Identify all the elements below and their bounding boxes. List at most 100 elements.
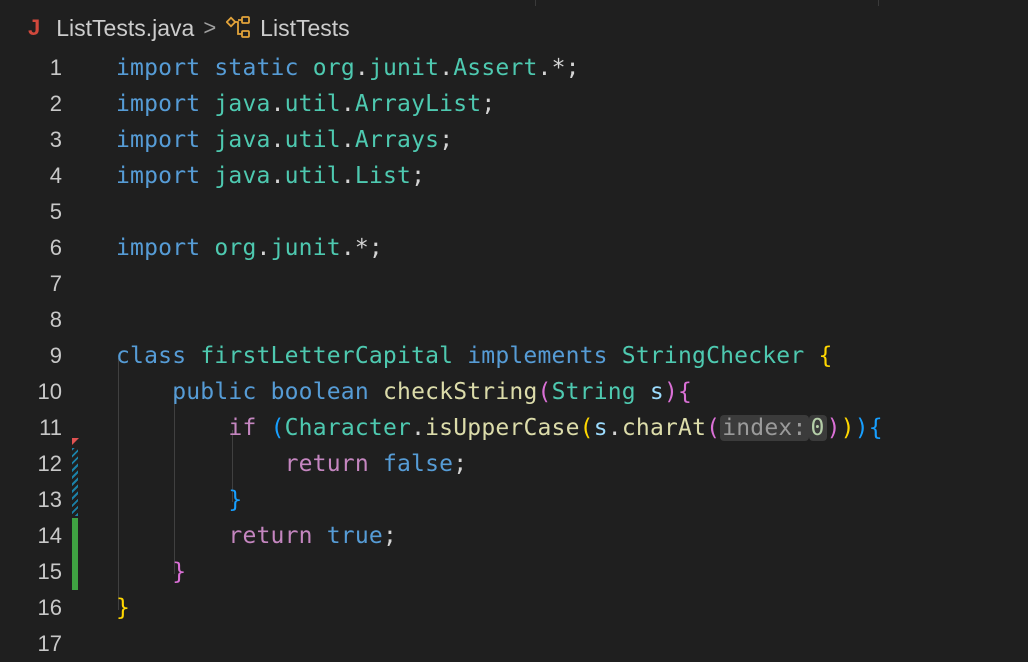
code-text[interactable]: import static org.junit.Assert.*; — [116, 50, 580, 86]
code-token: isUpperCase — [425, 415, 580, 441]
code-token: . — [607, 415, 622, 441]
code-line[interactable]: 16} — [0, 590, 1028, 626]
code-line[interactable]: 9 class firstLetterCapital implements Str… — [0, 338, 1028, 374]
code-token: s — [649, 379, 664, 405]
code-token: if — [228, 415, 257, 441]
code-token: ) — [854, 415, 869, 441]
code-text[interactable]: import java.util.Arrays; — [116, 122, 453, 158]
code-token: org — [312, 55, 355, 81]
line-number: 4 — [49, 163, 62, 188]
code-text[interactable]: public boolean checkString(String s){ — [116, 374, 692, 410]
tab-divider — [878, 0, 879, 6]
breadcrumb-separator: > — [203, 15, 217, 40]
line-number: 8 — [49, 307, 62, 332]
code-line[interactable]: 11 if (Character.isUpperCase(s.charAt(in… — [0, 410, 1028, 446]
line-number: 3 — [49, 127, 62, 152]
code-token: } — [172, 559, 187, 585]
line-number: 15 — [37, 559, 62, 584]
line-number: 11 — [39, 415, 62, 440]
code-line[interactable]: 14 return true; — [0, 518, 1028, 554]
code-token: junit — [368, 55, 440, 81]
code-token: java — [214, 91, 271, 117]
code-text[interactable]: import org.junit.*; — [116, 230, 383, 266]
line-number: 13 — [37, 487, 62, 512]
code-line[interactable]: 17 — [0, 626, 1028, 662]
code-token: java — [214, 163, 271, 189]
code-token: return — [284, 451, 369, 477]
code-token: ( — [270, 415, 285, 441]
code-token: java — [214, 127, 271, 153]
line-number: 1 — [49, 55, 62, 80]
code-text[interactable]: import java.util.List; — [116, 158, 425, 194]
code-line[interactable]: 12 return false; — [0, 446, 1028, 482]
code-token: ; — [382, 523, 398, 549]
code-line[interactable]: 4 import java.util.List; — [0, 158, 1028, 194]
code-token: List — [354, 163, 412, 189]
code-line[interactable]: 13 } — [0, 482, 1028, 518]
code-token: import — [116, 127, 201, 153]
code-text[interactable]: import java.util.ArrayList; — [116, 86, 495, 122]
code-text[interactable]: } — [116, 482, 242, 518]
line-number: 10 — [37, 379, 62, 404]
code-token: . — [354, 55, 369, 81]
breadcrumb-file[interactable]: ListTests.java — [56, 15, 194, 42]
code-token: false — [382, 451, 454, 477]
code-token: { — [868, 415, 883, 441]
code-token: .*; — [537, 55, 580, 81]
code-line[interactable]: 7 — [0, 266, 1028, 302]
code-token: ArrayList — [354, 91, 482, 117]
java-file-icon: J — [28, 15, 41, 40]
code-token: util — [284, 127, 341, 153]
code-token: ; — [439, 127, 454, 153]
line-number: 5 — [49, 199, 62, 224]
code-text[interactable]: return true; — [116, 518, 397, 554]
code-text[interactable]: class firstLetterCapital implements Stri… — [116, 338, 833, 374]
code-text[interactable]: } — [116, 554, 186, 590]
code-token: ; — [411, 163, 426, 189]
line-number: 7 — [49, 271, 62, 296]
breadcrumb-symbol[interactable]: ListTests — [260, 15, 349, 42]
code-token: . — [270, 91, 285, 117]
tab-divider — [535, 0, 536, 6]
code-token: static — [214, 55, 299, 81]
code-token: ; — [481, 91, 496, 117]
code-line[interactable]: 10 public boolean checkString(String s){ — [0, 374, 1028, 410]
code-line[interactable]: 6 import org.junit.*; — [0, 230, 1028, 266]
code-text[interactable]: if (Character.isUpperCase(s.charAt(index… — [116, 410, 883, 446]
code-line[interactable]: 15 } — [0, 554, 1028, 590]
code-line[interactable]: 2 import java.util.ArrayList; — [0, 86, 1028, 122]
code-line[interactable]: 1 import static org.junit.Assert.*; — [0, 50, 1028, 86]
code-token: junit — [270, 235, 341, 261]
code-token: Arrays — [354, 127, 440, 153]
code-editor[interactable]: 1 import static org.junit.Assert.*; 2 impor… — [0, 50, 1028, 656]
code-line[interactable]: 3 import java.util.Arrays; — [0, 122, 1028, 158]
code-token: import — [116, 55, 201, 81]
code-token: import — [116, 235, 201, 261]
code-token: util — [284, 91, 341, 117]
line-number: 9 — [49, 343, 62, 368]
inlay-hint: index: — [720, 415, 809, 441]
code-token: . — [256, 235, 271, 261]
code-token: firstLetterCapital — [200, 343, 454, 369]
code-text[interactable]: } — [116, 590, 130, 626]
code-text[interactable]: return false; — [116, 446, 467, 482]
code-token: { — [818, 343, 833, 369]
code-token: Assert — [453, 55, 538, 81]
code-token: .*; — [340, 235, 383, 261]
code-line[interactable]: 5 — [0, 194, 1028, 230]
code-token: org — [214, 235, 257, 261]
code-token: ) — [840, 415, 855, 441]
code-token: String — [551, 379, 636, 405]
code-line[interactable]: 8 — [0, 302, 1028, 338]
